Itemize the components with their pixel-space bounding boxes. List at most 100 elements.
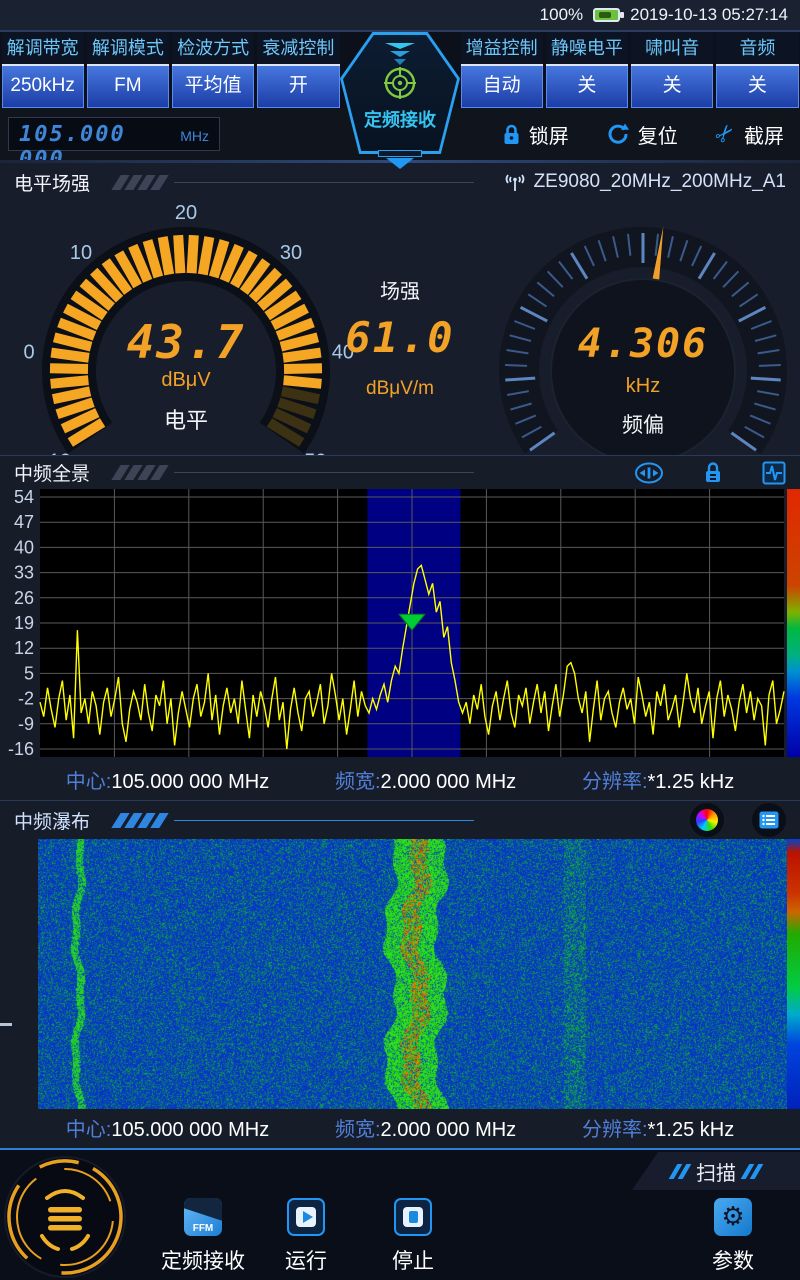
- nav-run-button[interactable]: 运行: [266, 1198, 346, 1275]
- datetime: 2019-10-13 05:27:14: [630, 5, 788, 25]
- palette-icon[interactable]: [690, 803, 724, 837]
- nav-stop-button[interactable]: 停止: [373, 1198, 453, 1275]
- center-freq-value: 105.000 000 MHz: [111, 771, 269, 793]
- reset-icon: [607, 123, 629, 145]
- gear-icon: ⚙: [714, 1198, 752, 1236]
- menu-value[interactable]: 平均值: [172, 66, 254, 108]
- waterfall-left-tick: [0, 1023, 12, 1026]
- if-waterfall-panel: 中频瀑布 中心:105.000 000 MHz 频宽:2.000 000 MHz…: [0, 800, 800, 1148]
- level-value: 43.7: [96, 315, 276, 369]
- scan-label: 扫描: [696, 1157, 736, 1186]
- menu-audio[interactable]: 音频 关: [716, 32, 798, 108]
- if-panorama-panel: 中频全景 544740332619125-2-9-16 中心:105.0: [0, 455, 800, 800]
- nav-params-button[interactable]: ⚙ 参数: [693, 1198, 773, 1275]
- pan-icon[interactable]: [634, 462, 664, 484]
- menu-value[interactable]: 关: [546, 66, 628, 108]
- menu-label: 检波方式: [172, 32, 254, 66]
- action-label: 复位: [638, 120, 678, 149]
- menu-label: 增益控制: [461, 32, 543, 66]
- menu-squelch[interactable]: 静噪电平 关: [546, 32, 628, 108]
- menu-value[interactable]: 关: [716, 66, 798, 108]
- menu-label: 解调带宽: [2, 32, 84, 66]
- svg-text:19: 19: [14, 613, 34, 633]
- menu-value[interactable]: FM: [87, 66, 169, 108]
- waterfall-display[interactable]: [38, 839, 788, 1109]
- header-hatch-decoration: [116, 465, 164, 480]
- spectrum-chart[interactable]: 544740332619125-2-9-16: [0, 489, 800, 759]
- reset-button[interactable]: 复位: [607, 120, 678, 149]
- slash-decoration: [673, 1164, 687, 1179]
- battery-charging-icon: [593, 8, 620, 22]
- panel-title: 中频全景: [14, 459, 90, 486]
- rbw-label: 分辨率:: [582, 1119, 648, 1141]
- menu-value[interactable]: 关: [631, 66, 713, 108]
- menu-gain[interactable]: 增益控制 自动: [461, 32, 543, 108]
- frequency-unit: MHz: [180, 128, 209, 144]
- menu-demod-mode[interactable]: 解调模式 FM: [87, 32, 169, 108]
- span-value: 2.000 000 MHz: [381, 771, 517, 793]
- list-icon[interactable]: [752, 803, 786, 837]
- center-freq-label: 中心:: [66, 771, 112, 793]
- rbw-value: *1.25 kHz: [648, 1119, 735, 1141]
- svg-text:0: 0: [24, 342, 35, 364]
- menu-value[interactable]: 开: [257, 66, 339, 108]
- svg-text:26: 26: [14, 588, 34, 608]
- svg-text:54: 54: [14, 489, 34, 507]
- ffm-icon: FFM: [184, 1198, 222, 1236]
- lock-icon: [503, 124, 520, 145]
- signal-icon[interactable]: [762, 461, 786, 485]
- screenshot-button[interactable]: ✂ 截屏: [716, 120, 784, 149]
- menu-howl[interactable]: 啸叫音 关: [631, 32, 713, 108]
- menu-label: 啸叫音: [631, 32, 713, 66]
- frequency-display[interactable]: 105.000 000 MHz: [8, 117, 220, 151]
- level-field-panel: 电平场强 ZE9080_20MHz_200MHz_A1 -10010203040…: [0, 163, 800, 455]
- deviation-value: 4.306: [558, 321, 728, 367]
- header-line: [174, 182, 474, 183]
- battery-percent: 100%: [540, 5, 583, 25]
- svg-text:40: 40: [14, 537, 34, 557]
- nav-label: 停止: [392, 1245, 434, 1275]
- spectrum-info-row: 中心:105.000 000 MHz 频宽:2.000 000 MHz 分辨率:…: [0, 758, 800, 800]
- badge-pedestal: [378, 150, 422, 157]
- header-line: [174, 820, 474, 821]
- span-label: 频宽:: [335, 771, 381, 793]
- menu-demod-bandwidth[interactable]: 解调带宽 250kHz: [2, 32, 84, 108]
- waterfall-info-row: 中心:105.000 000 MHz 频宽:2.000 000 MHz 分辨率:…: [0, 1106, 800, 1148]
- svg-text:-16: -16: [8, 739, 34, 759]
- level-label: 电平: [96, 403, 276, 435]
- menu-label: 静噪电平: [546, 32, 628, 66]
- svg-text:-2: -2: [18, 689, 34, 709]
- menu-detector[interactable]: 检波方式 平均值: [172, 32, 254, 108]
- action-label: 截屏: [744, 120, 784, 149]
- field-strength-label: 场强: [340, 275, 460, 304]
- svg-text:20: 20: [175, 205, 197, 224]
- deviation-label: 频偏: [558, 409, 728, 439]
- antenna-icon: [504, 172, 526, 192]
- field-strength-value: 61.0: [325, 313, 475, 362]
- lock-screen-button[interactable]: 锁屏: [503, 120, 569, 149]
- menu-value[interactable]: 250kHz: [2, 66, 84, 108]
- nav-label: 定频接收: [161, 1245, 245, 1275]
- slash-decoration: [745, 1164, 759, 1179]
- nav-label: 参数: [712, 1245, 754, 1275]
- deviation-unit: kHz: [558, 375, 728, 398]
- nav-label: 运行: [285, 1245, 327, 1275]
- svg-text:33: 33: [14, 563, 34, 583]
- menu-value[interactable]: 自动: [461, 66, 543, 108]
- header-line: [174, 472, 474, 473]
- device-name: ZE9080_20MHz_200MHz_A1: [534, 171, 786, 193]
- nav-ffm-button[interactable]: FFM 定频接收: [153, 1198, 253, 1275]
- svg-text:12: 12: [14, 638, 34, 658]
- main-menu-button[interactable]: [2, 1154, 128, 1280]
- svg-text:5: 5: [24, 663, 34, 683]
- menu-label: 衰减控制: [257, 32, 339, 66]
- scan-corner[interactable]: 扫描: [632, 1152, 800, 1190]
- panel-title: 中频瀑布: [14, 807, 90, 834]
- bottom-nav-bar: 扫描 FFM 定频接收 运行 停止 ⚙ 参数: [0, 1148, 800, 1280]
- menu-attenuation[interactable]: 衰减控制 开: [257, 32, 339, 108]
- menu-label: 解调模式: [87, 32, 169, 66]
- scissors-icon: ✂: [709, 118, 741, 149]
- svg-text:47: 47: [14, 512, 34, 532]
- lock-icon[interactable]: [704, 461, 722, 484]
- panel-title: 电平场强: [14, 169, 90, 196]
